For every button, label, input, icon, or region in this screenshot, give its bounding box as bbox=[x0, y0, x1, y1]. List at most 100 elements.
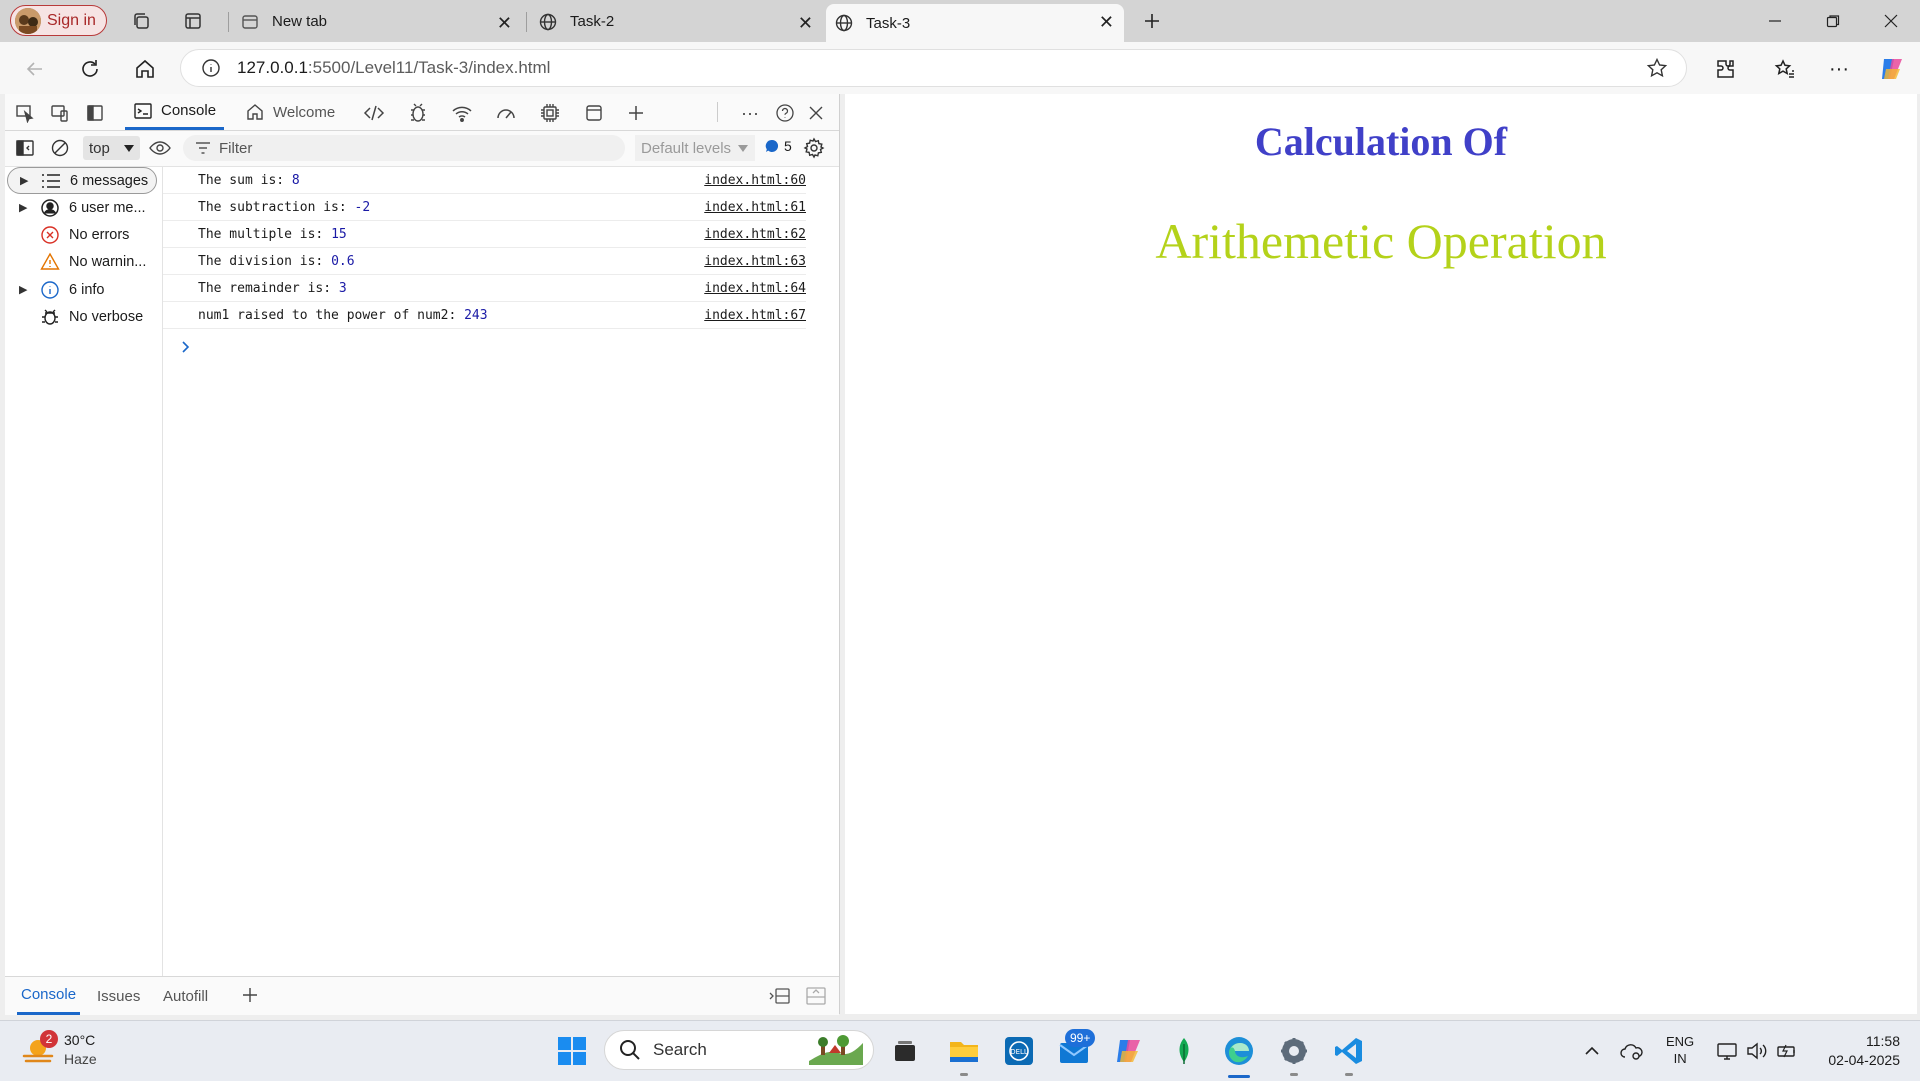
add-drawer-tab-icon[interactable] bbox=[238, 983, 262, 1007]
log-levels-dropdown[interactable]: Default levels bbox=[635, 135, 755, 161]
taskbar-search[interactable]: Search bbox=[604, 1030, 874, 1070]
home-button[interactable] bbox=[130, 54, 160, 84]
live-expression-eye-icon[interactable] bbox=[148, 136, 172, 160]
battery-icon[interactable] bbox=[1770, 1034, 1804, 1068]
tab-task-3[interactable]: Task-3 ✕ bbox=[826, 4, 1124, 42]
home-icon bbox=[247, 104, 263, 120]
device-emulation-icon[interactable] bbox=[48, 101, 72, 125]
more-tools-plus-icon[interactable] bbox=[624, 101, 648, 125]
volume-icon[interactable] bbox=[1740, 1034, 1774, 1068]
more-options-icon[interactable]: ··· bbox=[738, 101, 762, 125]
copilot-app-icon[interactable] bbox=[1112, 1034, 1146, 1068]
warning-icon bbox=[39, 251, 61, 273]
more-menu-button[interactable]: ··· bbox=[1824, 54, 1854, 84]
memory-chip-icon[interactable] bbox=[538, 101, 562, 125]
task-view-icon[interactable] bbox=[888, 1034, 922, 1068]
source-link[interactable]: index.html:64 bbox=[704, 281, 806, 296]
drawer-tab-console[interactable]: Console bbox=[17, 977, 81, 1015]
network-monitor-icon[interactable] bbox=[1710, 1034, 1744, 1068]
performance-gauge-icon[interactable] bbox=[494, 101, 518, 125]
source-link[interactable]: index.html:63 bbox=[704, 254, 806, 269]
tab-actions-icon[interactable] bbox=[180, 8, 206, 34]
address-bar[interactable]: 127.0.0.1:5500/Level11/Task-3/index.html bbox=[180, 49, 1687, 87]
new-tab-button[interactable] bbox=[1139, 8, 1165, 34]
console-filter-input[interactable]: Filter bbox=[183, 135, 625, 161]
settings-gear-icon[interactable] bbox=[1277, 1034, 1311, 1068]
help-icon[interactable] bbox=[773, 101, 797, 125]
source-link[interactable]: index.html:62 bbox=[704, 227, 806, 242]
js-context-select[interactable]: top bbox=[83, 136, 140, 160]
file-explorer-icon[interactable] bbox=[947, 1034, 981, 1068]
issues-counter[interactable]: 5 bbox=[765, 138, 792, 154]
inspect-element-icon[interactable] bbox=[13, 101, 37, 125]
caret-down-icon bbox=[124, 145, 134, 152]
tab-task-2[interactable]: Task-2 ✕ bbox=[530, 5, 823, 38]
sidebar-item-warnings[interactable]: No warnin... bbox=[5, 248, 162, 275]
tab-title: Task-2 bbox=[570, 13, 615, 30]
dock-side-icon[interactable] bbox=[83, 101, 107, 125]
source-link[interactable]: index.html:67 bbox=[704, 308, 806, 323]
signin-label: Sign in bbox=[47, 11, 96, 29]
profile-signin-button[interactable]: Sign in bbox=[10, 5, 107, 36]
avatar bbox=[15, 7, 41, 34]
start-button[interactable] bbox=[555, 1034, 589, 1068]
globe-icon bbox=[835, 14, 853, 32]
console-message: num1 raised to the power of num2: 243 in… bbox=[163, 302, 806, 329]
show-hidden-icons-chevron-icon[interactable] bbox=[1575, 1034, 1609, 1068]
extensions-button[interactable] bbox=[1710, 54, 1740, 84]
network-wifi-icon[interactable] bbox=[450, 101, 474, 125]
sidebar-item-errors[interactable]: No errors bbox=[5, 221, 162, 248]
restore-button[interactable] bbox=[1810, 8, 1856, 34]
vscode-icon[interactable] bbox=[1332, 1034, 1366, 1068]
sidebar-item-verbose[interactable]: No verbose bbox=[5, 303, 162, 330]
source-link[interactable]: index.html:60 bbox=[704, 173, 806, 188]
minimize-button[interactable] bbox=[1752, 8, 1798, 34]
chevron-right-icon bbox=[182, 341, 190, 353]
elements-tool-icon[interactable] bbox=[362, 101, 386, 125]
tab-welcome[interactable]: Welcome bbox=[245, 94, 335, 130]
collapse-drawer-icon[interactable] bbox=[804, 984, 828, 1008]
user-icon bbox=[39, 197, 61, 219]
bug-icon bbox=[39, 306, 61, 328]
drawer-tab-issues[interactable]: Issues bbox=[97, 977, 140, 1015]
language-indicator[interactable]: ENG IN bbox=[1666, 1033, 1694, 1067]
tab-console[interactable]: Console bbox=[125, 94, 225, 130]
console-settings-gear-icon[interactable] bbox=[802, 136, 826, 160]
show-sidebar-icon[interactable] bbox=[13, 136, 37, 160]
source-link[interactable]: index.html:61 bbox=[704, 200, 806, 215]
sidebar-item-info[interactable]: ▶ 6 info bbox=[5, 276, 162, 303]
close-devtools-icon[interactable] bbox=[804, 101, 828, 125]
workspaces-icon[interactable] bbox=[128, 8, 154, 34]
filter-icon bbox=[196, 142, 210, 154]
back-button[interactable] bbox=[20, 54, 50, 84]
reload-button[interactable] bbox=[75, 54, 105, 84]
drawer-tab-autofill[interactable]: Autofill bbox=[163, 977, 208, 1015]
clock[interactable]: 11:58 02-04-2025 bbox=[1810, 1032, 1900, 1070]
dell-app-icon[interactable]: DELL bbox=[1002, 1034, 1036, 1068]
tab-new-tab[interactable]: New tab ✕ bbox=[232, 5, 522, 38]
sources-debug-icon[interactable] bbox=[406, 101, 430, 125]
close-icon[interactable]: ✕ bbox=[497, 13, 512, 34]
sidebar-item-user-messages[interactable]: ▶ 6 user me... bbox=[5, 194, 162, 221]
close-icon[interactable]: ✕ bbox=[1099, 12, 1114, 33]
close-icon[interactable]: ✕ bbox=[798, 13, 813, 34]
url-text: 127.0.0.1:5500/Level11/Task-3/index.html bbox=[237, 58, 551, 77]
copilot-icon[interactable] bbox=[1877, 54, 1907, 84]
weather-widget[interactable]: 2 30°C Haze bbox=[20, 1030, 120, 1072]
favorites-button[interactable] bbox=[1770, 54, 1800, 84]
clock-time: 11:58 bbox=[1866, 1033, 1900, 1049]
edge-browser-icon[interactable] bbox=[1222, 1034, 1256, 1068]
sidebar-item-messages[interactable]: ▶ 6 messages bbox=[7, 167, 157, 194]
console-prompt-input[interactable] bbox=[181, 336, 781, 358]
console-icon bbox=[134, 102, 152, 119]
info-icon[interactable] bbox=[201, 58, 221, 78]
clear-console-icon[interactable] bbox=[48, 136, 72, 160]
dock-drawer-icon[interactable] bbox=[768, 984, 792, 1008]
close-window-button[interactable] bbox=[1868, 8, 1914, 34]
favorite-star-icon[interactable] bbox=[1646, 57, 1668, 79]
weather-badge: 2 bbox=[40, 1030, 58, 1048]
mongodb-leaf-icon[interactable] bbox=[1167, 1034, 1201, 1068]
application-panel-icon[interactable] bbox=[582, 101, 606, 125]
devtools-tabbar: Console Welcome ··· bbox=[5, 94, 839, 131]
onedrive-sync-icon[interactable] bbox=[1615, 1034, 1649, 1068]
